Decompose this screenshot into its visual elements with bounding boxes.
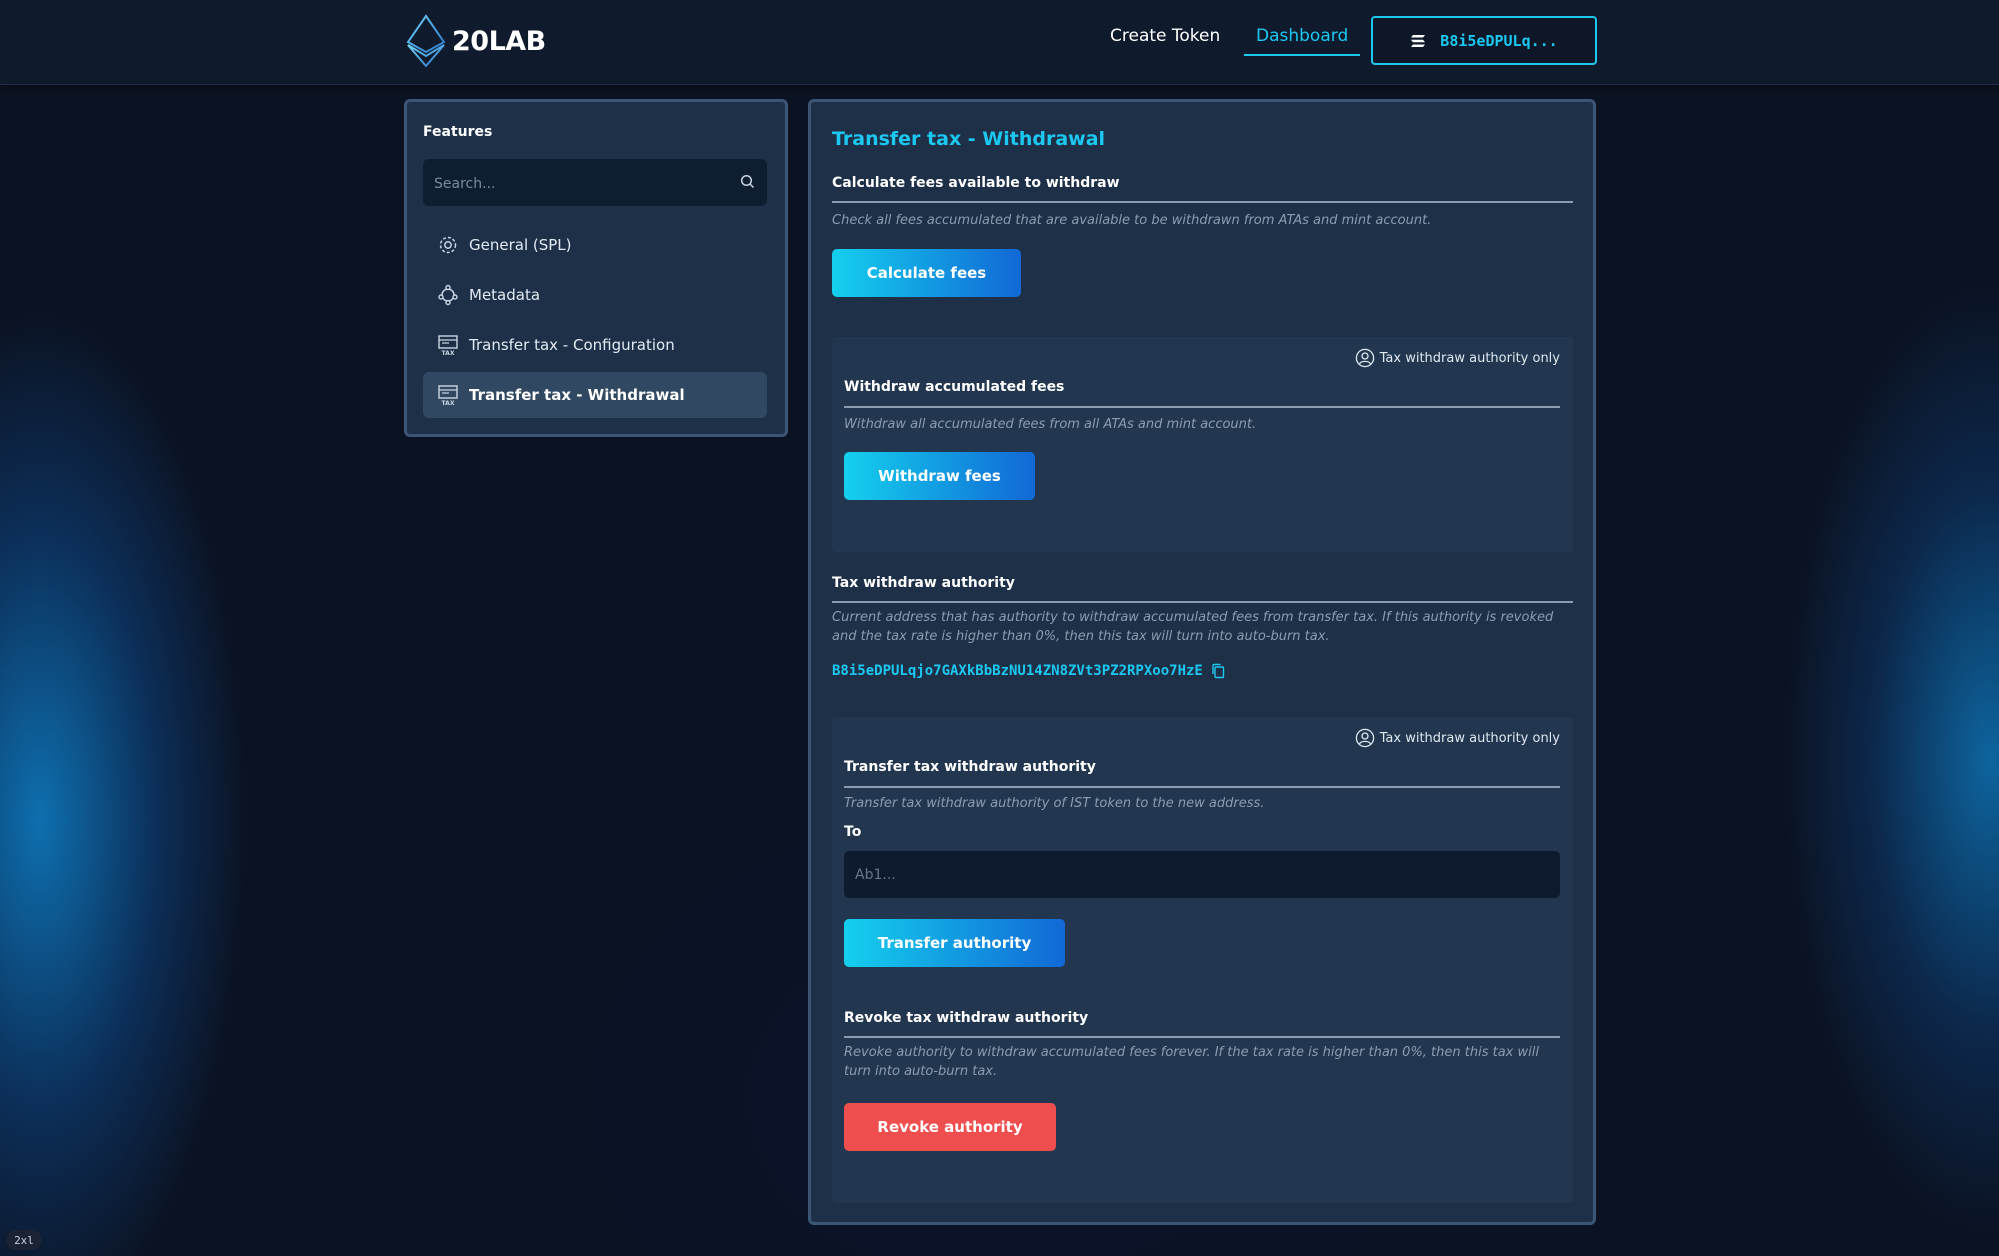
- withdraw-fees-title: Withdraw accumulated fees: [844, 379, 1065, 395]
- calculate-fees-title: Calculate fees available to withdraw: [832, 175, 1120, 191]
- user-circle-icon: [1355, 728, 1374, 748]
- withdraw-fees-card: Tax withdraw authority only Withdraw acc…: [832, 337, 1573, 552]
- withdraw-fees-button[interactable]: Withdraw fees: [844, 452, 1035, 500]
- transfer-authority-description: Transfer tax withdraw authority of IST t…: [844, 796, 1265, 811]
- sidebar-item-transfer-tax-configuration[interactable]: TAX Transfer tax - Configuration: [423, 322, 767, 368]
- sidebar-item-metadata[interactable]: Metadata: [423, 272, 767, 318]
- wallet-address-label: B8i5eDPULq...: [1440, 31, 1558, 50]
- sidebar-item-label: Metadata: [469, 286, 541, 304]
- divider: [832, 201, 1573, 203]
- user-circle-icon: [1355, 348, 1374, 368]
- description-line: Revoke authority to withdraw accumulated…: [844, 1045, 1539, 1060]
- tax-icon: TAX: [437, 384, 459, 406]
- divider: [844, 406, 1560, 408]
- metadata-icon: [437, 284, 459, 306]
- sidebar-item-label: Transfer tax - Withdrawal: [469, 386, 685, 404]
- sidebar-item-transfer-tax-withdrawal[interactable]: TAX Transfer tax - Withdrawal: [423, 372, 767, 418]
- divider: [832, 601, 1573, 603]
- top-header: 20LAB Create Token Dashboard B8i5eDPULq.…: [0, 0, 1999, 85]
- authority-badge-label: Tax withdraw authority only: [1379, 350, 1560, 366]
- calculate-fees-description: Check all fees accumulated that are avai…: [832, 213, 1432, 228]
- revoke-authority-button[interactable]: Revoke authority: [844, 1103, 1056, 1151]
- revoke-authority-title: Revoke tax withdraw authority: [844, 1010, 1089, 1026]
- logo[interactable]: 20LAB: [404, 14, 546, 68]
- features-sidebar: Features General (SPL) Metadata: [404, 99, 788, 437]
- authority-badge: Tax withdraw authority only: [1355, 348, 1560, 368]
- main-panel: Transfer tax - Withdrawal Calculate fees…: [808, 99, 1596, 1225]
- tax-icon: TAX: [437, 334, 459, 356]
- sidebar-item-label: General (SPL): [469, 236, 572, 254]
- search-input[interactable]: [423, 159, 736, 208]
- nav-create-token[interactable]: Create Token: [1110, 26, 1220, 46]
- description-line: Current address that has authority to wi…: [832, 610, 1554, 625]
- to-field-label: To: [844, 824, 862, 840]
- search-icon[interactable]: [740, 174, 755, 189]
- search-box: [423, 159, 767, 208]
- revoke-authority-description: Revoke authority to withdraw accumulated…: [844, 1043, 1539, 1081]
- tax-withdraw-authority-title: Tax withdraw authority: [832, 575, 1015, 591]
- calculate-fees-button[interactable]: Calculate fees: [832, 249, 1021, 297]
- sidebar-title: Features: [423, 124, 493, 140]
- svg-text:TAX: TAX: [442, 350, 455, 356]
- transfer-authority-title: Transfer tax withdraw authority: [844, 759, 1096, 775]
- svg-text:TAX: TAX: [442, 400, 455, 406]
- nav-dashboard[interactable]: Dashboard: [1244, 26, 1361, 56]
- transfer-authority-card: Tax withdraw authority only Transfer tax…: [832, 717, 1573, 1203]
- tax-withdraw-authority-description: Current address that has authority to wi…: [832, 608, 1553, 646]
- authority-badge-label: Tax withdraw authority only: [1379, 730, 1560, 746]
- authority-address: B8i5eDPULqjo7GAXkBbBzNU14ZN8ZVt3PZ2RPXoo…: [832, 663, 1225, 679]
- authority-badge: Tax withdraw authority only: [1355, 728, 1560, 748]
- breakpoint-indicator: 2xl: [6, 1230, 42, 1250]
- solana-icon: [1411, 34, 1426, 47]
- sidebar-item-general[interactable]: General (SPL): [423, 222, 767, 268]
- to-address-input[interactable]: [844, 851, 1560, 898]
- description-line: turn into auto-burn tax.: [844, 1064, 998, 1079]
- sidebar-item-label: Transfer tax - Configuration: [469, 336, 675, 354]
- divider: [844, 1036, 1560, 1038]
- wallet-button[interactable]: B8i5eDPULq...: [1371, 16, 1597, 65]
- authority-address-value: B8i5eDPULqjo7GAXkBbBzNU14ZN8ZVt3PZ2RPXoo…: [832, 663, 1203, 679]
- copy-icon[interactable]: [1211, 663, 1225, 679]
- divider: [844, 786, 1560, 788]
- page-title: Transfer tax - Withdrawal: [832, 128, 1106, 150]
- transfer-authority-button[interactable]: Transfer authority: [844, 919, 1065, 967]
- logo-text: 20LAB: [452, 25, 546, 57]
- withdraw-fees-description: Withdraw all accumulated fees from all A…: [844, 417, 1257, 432]
- description-line: and the tax rate is higher than 0%, then…: [832, 629, 1330, 644]
- ethereum-logo-icon: [406, 14, 446, 68]
- gear-icon: [437, 234, 459, 256]
